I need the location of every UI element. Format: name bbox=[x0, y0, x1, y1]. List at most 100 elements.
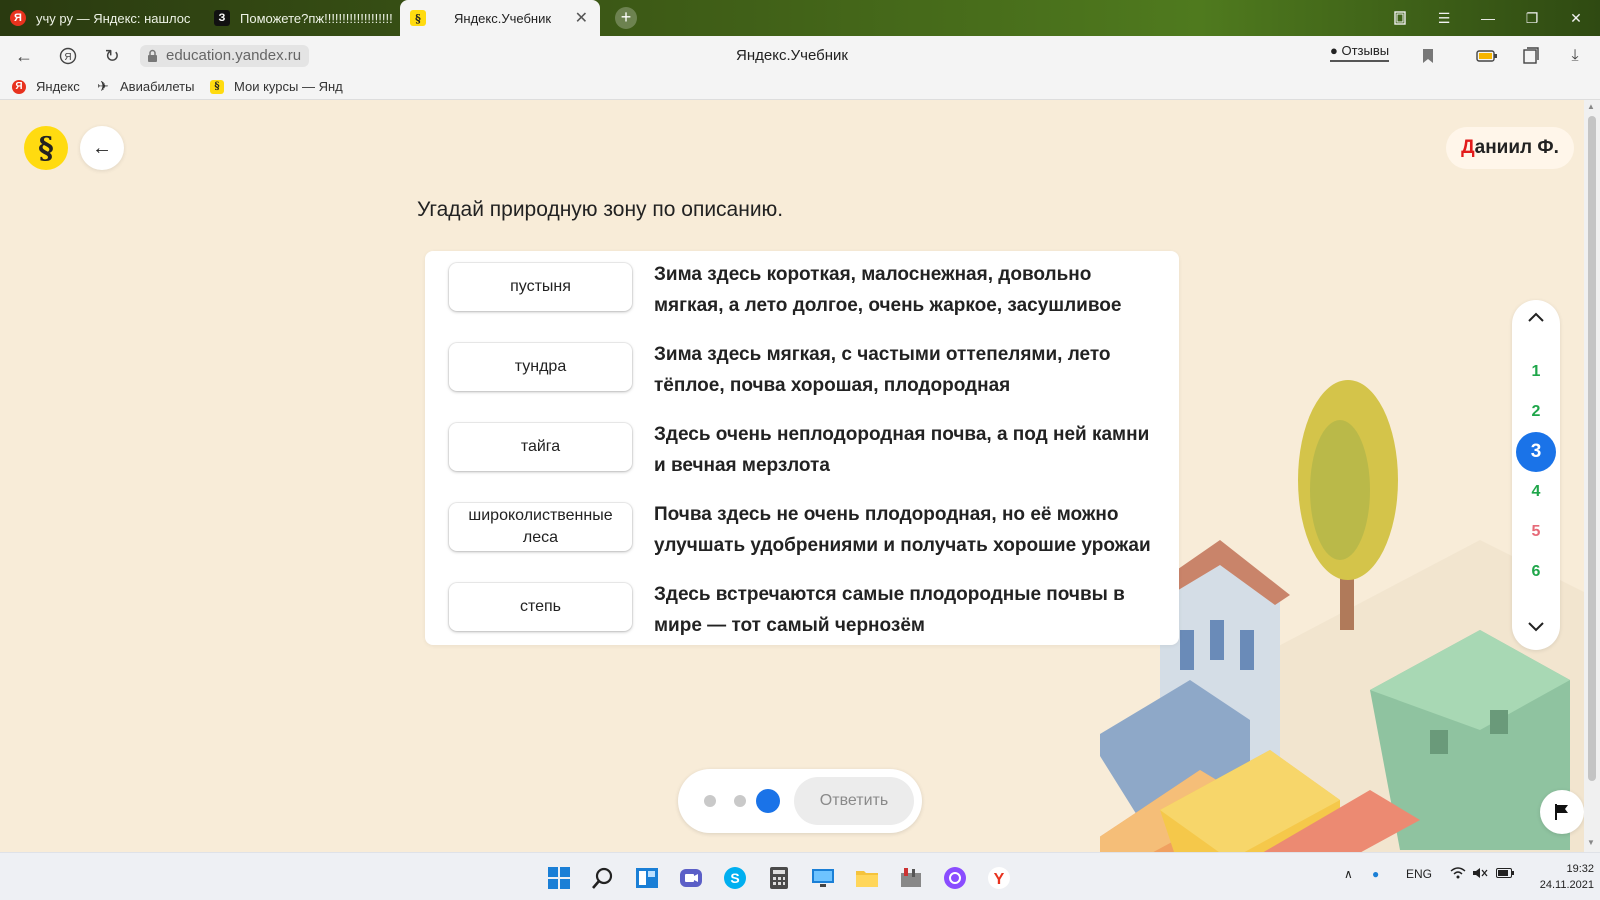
bookmark-yandex[interactable]: Я Яндекс bbox=[12, 79, 80, 94]
answer-chip[interactable]: тайга bbox=[449, 423, 632, 471]
bookmark-icon[interactable] bbox=[1417, 45, 1439, 67]
download-icon[interactable]: ⤓ bbox=[1564, 45, 1586, 67]
speech-bubble-icon: ● bbox=[1330, 43, 1338, 58]
windows-start-icon[interactable] bbox=[546, 865, 572, 891]
task-number-4[interactable]: 4 bbox=[1516, 472, 1556, 512]
tab-label: Яндекс.Учебник bbox=[454, 10, 552, 26]
scroll-down-icon[interactable]: ▼ bbox=[1587, 838, 1595, 847]
tools-app-icon[interactable] bbox=[898, 865, 924, 891]
windows-taskbar: S Y ∧ ● ENG 19:32 24.11.2021 bbox=[0, 852, 1600, 900]
answer-button[interactable]: Ответить bbox=[794, 777, 914, 825]
browser-tab-bar: Я учу ру — Яндекс: нашлос З Поможете?пж!… bbox=[0, 0, 1600, 36]
user-name: аниил Ф. bbox=[1474, 137, 1559, 158]
zone-description: Зима здесь короткая, малоснежная, доволь… bbox=[654, 264, 1122, 317]
user-initial: Д bbox=[1461, 137, 1475, 158]
task-number-1[interactable]: 1 bbox=[1516, 352, 1556, 392]
task-number-3[interactable]: 3 bbox=[1516, 432, 1556, 472]
match-row: тундра Зима здесь мягкая, с частыми отте… bbox=[449, 331, 1155, 396]
new-tab-button[interactable]: + bbox=[615, 7, 637, 29]
arrow-left-icon: ← bbox=[92, 136, 112, 159]
answer-chip[interactable]: тундра bbox=[449, 343, 632, 391]
yandex-icon: Я bbox=[12, 79, 26, 94]
widgets-icon[interactable] bbox=[634, 865, 660, 891]
page-content: § ← Даниил Ф. Угадай природную зону по о… bbox=[0, 100, 1584, 852]
volume-muted-icon[interactable] bbox=[1472, 867, 1488, 882]
search-icon[interactable] bbox=[590, 865, 616, 891]
system-clock[interactable]: 19:32 24.11.2021 bbox=[1520, 861, 1594, 893]
tab-label: Поможете?пж!!!!!!!!!!!!!!!!!!! bbox=[240, 10, 393, 26]
zone-description: Зима здесь мягкая, с частыми оттепелями,… bbox=[654, 344, 1111, 397]
bookmarks-panel-icon[interactable] bbox=[1378, 0, 1422, 36]
reviews-button[interactable]: ● Отзывы bbox=[1330, 43, 1390, 62]
task-number-5[interactable]: 5 bbox=[1516, 512, 1556, 552]
clock-time: 19:32 bbox=[1566, 863, 1594, 875]
wifi-icon[interactable] bbox=[1450, 867, 1466, 882]
question-text: Угадай природную зону по описанию. bbox=[417, 198, 784, 221]
microphone-icon[interactable]: ● bbox=[1372, 867, 1379, 881]
tab-znanija[interactable]: З Поможете?пж!!!!!!!!!!!!!!!!!!! bbox=[204, 2, 396, 34]
yandex-browser-icon[interactable]: Y bbox=[986, 865, 1012, 891]
reviews-label: Отзывы bbox=[1341, 43, 1390, 58]
desktop-icon[interactable] bbox=[810, 865, 836, 891]
battery-saver-icon[interactable] bbox=[1476, 45, 1498, 67]
bookmark-label: Мои курсы — Янд bbox=[234, 79, 343, 94]
match-row: тайга Здесь очень неплодородная почва, а… bbox=[449, 411, 1155, 476]
answer-chip[interactable]: степь bbox=[449, 583, 632, 631]
battery-icon[interactable] bbox=[1496, 867, 1514, 881]
task-number-2[interactable]: 2 bbox=[1516, 392, 1556, 432]
uchebnik-icon: § bbox=[410, 10, 426, 26]
task-number-6[interactable]: 6 bbox=[1516, 552, 1556, 592]
back-button[interactable]: ← bbox=[80, 126, 124, 170]
alice-icon[interactable] bbox=[942, 865, 968, 891]
yandex-icon: Я bbox=[10, 10, 26, 26]
collections-icon[interactable] bbox=[1520, 45, 1542, 67]
teams-chat-icon[interactable] bbox=[678, 865, 704, 891]
answer-chip[interactable]: пустыня bbox=[449, 263, 632, 311]
restore-icon[interactable]: ❐ bbox=[1510, 0, 1554, 36]
zone-description: Здесь встречаются самые плодородные почв… bbox=[654, 584, 1125, 637]
chevron-down-icon[interactable] bbox=[1512, 616, 1560, 641]
report-button[interactable] bbox=[1540, 790, 1584, 834]
tab-label: учу ру — Яндекс: нашлос bbox=[36, 10, 191, 26]
tab-search[interactable]: Я учу ру — Яндекс: нашлос bbox=[0, 2, 200, 34]
bookmark-aviabilety[interactable]: ✈ Авиабилеты bbox=[96, 78, 195, 94]
bookmark-label: Авиабилеты bbox=[120, 79, 195, 94]
match-row: пустыня Зима здесь короткая, малоснежная… bbox=[449, 251, 1155, 316]
bookmarks-bar: Я Яндекс ✈ Авиабилеты § Мои курсы — Янд bbox=[0, 76, 1600, 100]
clock-date: 24.11.2021 bbox=[1539, 879, 1594, 891]
zone-description: Почва здесь не очень плодородная, но её … bbox=[654, 504, 1151, 557]
chevron-up-icon[interactable] bbox=[1512, 308, 1560, 333]
language-indicator[interactable]: ENG bbox=[1406, 867, 1432, 881]
tab-uchebnik[interactable]: § Яндекс.Учебник ✕ bbox=[400, 0, 600, 36]
svg-text:Y: Y bbox=[994, 871, 1005, 888]
answer-chip[interactable]: широколиственные леса bbox=[449, 503, 632, 551]
skype-icon[interactable]: S bbox=[722, 865, 748, 891]
menu-icon[interactable]: ☰ bbox=[1422, 0, 1466, 36]
scroll-up-icon[interactable]: ▲ bbox=[1587, 102, 1595, 111]
file-explorer-icon[interactable] bbox=[854, 865, 880, 891]
match-row: широколиственные леса Почва здесь не оче… bbox=[449, 491, 1155, 556]
task-navigator: 1 2 3 4 5 6 bbox=[1512, 300, 1560, 650]
znanija-icon: З bbox=[214, 10, 230, 26]
uchebnik-icon: § bbox=[210, 79, 224, 94]
minimize-icon[interactable]: — bbox=[1466, 0, 1510, 36]
chevron-up-icon[interactable]: ∧ bbox=[1344, 867, 1353, 881]
step-dot-1 bbox=[704, 795, 716, 807]
plane-icon: ✈ bbox=[97, 78, 109, 94]
close-icon[interactable]: ✕ bbox=[575, 8, 588, 28]
close-window-icon[interactable]: ✕ bbox=[1554, 0, 1598, 36]
uchebnik-logo[interactable]: § bbox=[24, 126, 68, 170]
zone-description: Здесь очень неплодородная почва, а под н… bbox=[654, 424, 1150, 477]
bookmark-label: Яндекс bbox=[36, 79, 80, 94]
step-dot-current bbox=[756, 789, 780, 813]
answer-bar: Ответить bbox=[678, 769, 922, 833]
calculator-icon[interactable] bbox=[766, 865, 792, 891]
flag-icon bbox=[1555, 804, 1568, 820]
svg-text:S: S bbox=[730, 870, 739, 886]
user-menu-button[interactable]: Даниил Ф. bbox=[1446, 127, 1574, 169]
match-row: степь Здесь встречаются самые плодородны… bbox=[449, 571, 1155, 636]
bookmark-my-courses[interactable]: § Мои курсы — Янд bbox=[210, 79, 343, 94]
address-bar: ← Я ↻ education.yandex.ru Яндекс.Учебник… bbox=[0, 36, 1600, 76]
scrollbar-thumb[interactable] bbox=[1588, 116, 1596, 781]
page-scrollbar[interactable]: ▲ ▼ bbox=[1584, 100, 1600, 852]
